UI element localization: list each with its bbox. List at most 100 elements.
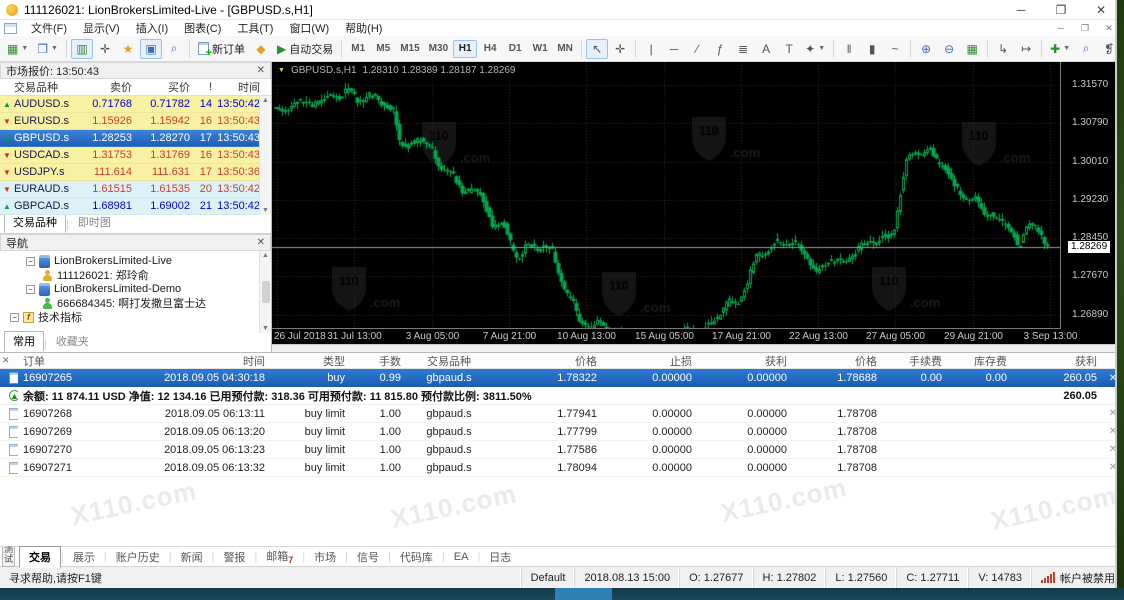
autotrading-button[interactable]: ▶自动交易 bbox=[273, 39, 337, 59]
fibonacci-button[interactable]: ƒ bbox=[709, 39, 731, 59]
market-watch-row[interactable]: ▲AUDUSD.s0.717680.717821413:50:42 bbox=[0, 96, 271, 113]
market-watch-row[interactable]: ▲GBPUSD.s1.282531.282701713:50:43 bbox=[0, 130, 271, 147]
vline-button[interactable]: | bbox=[640, 39, 662, 59]
navigator-close-icon[interactable]: ✕ bbox=[257, 237, 265, 248]
menu-item[interactable]: 图表(C) bbox=[176, 20, 229, 36]
candlestick-chart[interactable] bbox=[272, 62, 1060, 328]
timeframe-h1-button[interactable]: H1 bbox=[453, 40, 477, 58]
line-chart-button[interactable]: ~ bbox=[884, 39, 906, 59]
tile-windows-button[interactable]: ▦ bbox=[961, 39, 983, 59]
navigator-scrollbar[interactable]: ▲▼ bbox=[259, 251, 271, 333]
market-watch-row[interactable]: ▲GBPCAD.s1.689811.690022113:50:42 bbox=[0, 198, 271, 215]
terminal-tab-6[interactable]: 市场 bbox=[305, 547, 345, 567]
tree-expander-icon[interactable]: − bbox=[26, 285, 35, 294]
navigator-tab[interactable]: 收藏夹 bbox=[47, 331, 98, 352]
market-watch-toggle[interactable]: ▥ bbox=[71, 39, 93, 59]
crosshair-button[interactable]: ✛ bbox=[609, 39, 631, 59]
market-watch-tab[interactable]: 交易品种 bbox=[4, 212, 66, 233]
terminal-column-header[interactable]: 获利 bbox=[697, 353, 792, 369]
mw-column-header[interactable]: 卖价 bbox=[76, 79, 132, 95]
timeframe-d1-button[interactable]: D1 bbox=[503, 40, 527, 58]
profiles-button[interactable]: ❐▼ bbox=[33, 39, 62, 59]
timeframe-m1-button[interactable]: M1 bbox=[346, 40, 370, 58]
auto-scroll-button[interactable]: ↳ bbox=[992, 39, 1014, 59]
terminal-column-header[interactable]: 止损 bbox=[602, 353, 697, 369]
child-restore-button[interactable]: ❐ bbox=[1074, 23, 1096, 34]
order-row[interactable]: 169072682018.09.05 06:13:11buy limit1.00… bbox=[0, 405, 1124, 423]
menu-item[interactable]: 工具(T) bbox=[229, 20, 281, 36]
menu-item[interactable]: 窗口(W) bbox=[281, 20, 337, 36]
mw-column-header[interactable]: 交易品种 bbox=[14, 79, 76, 95]
market-watch-row[interactable]: ▼USDCAD.s1.317531.317691613:50:43 bbox=[0, 147, 271, 164]
status-profile[interactable]: Default bbox=[521, 567, 575, 588]
navigator-tree-item[interactable]: −LionBrokersLimited-Live bbox=[6, 254, 259, 268]
metaeditor-button[interactable]: ◆ bbox=[250, 39, 272, 59]
terminal-column-header[interactable]: 价格 bbox=[792, 353, 882, 369]
chart-area[interactable]: ▼ GBPUSD.s,H1 1.28310 1.28389 1.28187 1.… bbox=[272, 62, 1124, 352]
zoom-in-button[interactable]: ⊕ bbox=[915, 39, 937, 59]
data-window-toggle[interactable]: ✛ bbox=[94, 39, 116, 59]
terminal-tab-10[interactable]: 日志 bbox=[480, 547, 520, 567]
timeframe-m5-button[interactable]: M5 bbox=[371, 40, 395, 58]
menu-item[interactable]: 插入(I) bbox=[128, 20, 176, 36]
terminal-column-header[interactable]: 手续费 bbox=[882, 353, 947, 369]
terminal-tab-0[interactable]: 交易 bbox=[19, 546, 61, 568]
chart-shift-button[interactable]: ↦ bbox=[1015, 39, 1037, 59]
market-watch-row[interactable]: ▼EURUSD.s1.159261.159421613:50:43 bbox=[0, 113, 271, 130]
terminal-tab-2[interactable]: 账户历史 bbox=[107, 547, 169, 567]
order-row[interactable]: 169072692018.09.05 06:13:20buy limit1.00… bbox=[0, 423, 1124, 441]
menu-item[interactable]: 帮助(H) bbox=[337, 20, 390, 36]
market-watch-tab[interactable]: 即时图 bbox=[69, 212, 120, 233]
indicators-button[interactable]: ✚▼ bbox=[1046, 39, 1074, 59]
zoom-out-button[interactable]: ⊖ bbox=[938, 39, 960, 59]
close-button[interactable]: ✕ bbox=[1084, 3, 1118, 17]
hline-button[interactable]: ─ bbox=[663, 39, 685, 59]
timeframe-w1-button[interactable]: W1 bbox=[528, 40, 552, 58]
trendline-button[interactable]: ∕ bbox=[686, 39, 708, 59]
market-watch-row[interactable]: ▼EURAUD.s1.615151.615352013:50:42 bbox=[0, 181, 271, 198]
search-button[interactable]: ⌕ bbox=[1075, 39, 1097, 59]
terminal-tab-3[interactable]: 新闻 bbox=[172, 547, 212, 567]
terminal-tab-1[interactable]: 展示 bbox=[64, 547, 104, 567]
terminal-column-header[interactable]: 交易品种 bbox=[406, 353, 492, 369]
terminal-column-header[interactable]: 时间 bbox=[102, 353, 270, 369]
terminal-tab-ea[interactable]: EA bbox=[445, 549, 478, 565]
chart-window-icon[interactable] bbox=[4, 23, 17, 34]
order-row[interactable]: 169072702018.09.05 06:13:23buy limit1.00… bbox=[0, 441, 1124, 459]
navigator-tree-item[interactable]: −f技术指标 bbox=[6, 310, 259, 324]
candlestick-button[interactable]: ▮ bbox=[861, 39, 883, 59]
navigator-toggle[interactable]: ★ bbox=[117, 39, 139, 59]
mw-column-header[interactable]: 买价 bbox=[132, 79, 190, 95]
terminal-column-header[interactable]: 价格 bbox=[492, 353, 602, 369]
timeframe-m30-button[interactable]: M30 bbox=[425, 40, 452, 58]
terminal-toggle[interactable]: ▣ bbox=[140, 39, 162, 59]
channel-button[interactable]: ≣ bbox=[732, 39, 754, 59]
order-row[interactable]: 169072712018.09.05 06:13:32buy limit1.00… bbox=[0, 459, 1124, 477]
minimize-button[interactable]: ─ bbox=[1004, 3, 1038, 17]
mw-column-header[interactable]: ! bbox=[190, 81, 212, 93]
menu-item[interactable]: 文件(F) bbox=[23, 20, 75, 36]
timeframe-h4-button[interactable]: H4 bbox=[478, 40, 502, 58]
label-button[interactable]: T bbox=[778, 39, 800, 59]
navigator-tab[interactable]: 常用 bbox=[4, 331, 44, 352]
terminal-tab-5[interactable]: 邮箱7 bbox=[257, 546, 302, 567]
child-minimize-button[interactable]: ─ bbox=[1050, 23, 1072, 33]
bar-chart-button[interactable]: ‖ bbox=[838, 39, 860, 59]
tree-expander-icon[interactable]: − bbox=[10, 313, 19, 322]
terminal-tab-4[interactable]: 警报 bbox=[214, 547, 254, 567]
mw-column-header[interactable]: 时间 bbox=[212, 79, 260, 95]
restore-button[interactable]: ❐ bbox=[1044, 3, 1078, 17]
shapes-button[interactable]: ✦▼ bbox=[801, 39, 829, 59]
terminal-close-icon[interactable]: ✕ bbox=[2, 355, 10, 366]
tree-expander-icon[interactable]: − bbox=[26, 257, 35, 266]
market-watch-scrollbar[interactable]: ▲▼ bbox=[259, 96, 271, 215]
timeframe-mn-button[interactable]: MN bbox=[553, 40, 577, 58]
terminal-tab-8[interactable]: 代码库 bbox=[391, 547, 442, 567]
terminal-tab-7[interactable]: 信号 bbox=[348, 547, 388, 567]
terminal-column-header[interactable]: 库存费 bbox=[947, 353, 1012, 369]
new-order-button[interactable]: 新订单 bbox=[194, 39, 249, 59]
terminal-column-header[interactable]: 获利 bbox=[1012, 353, 1102, 369]
text-button[interactable]: A bbox=[755, 39, 777, 59]
timeframe-m15-button[interactable]: M15 bbox=[396, 40, 423, 58]
terminal-column-header[interactable]: 订单 bbox=[18, 353, 102, 369]
